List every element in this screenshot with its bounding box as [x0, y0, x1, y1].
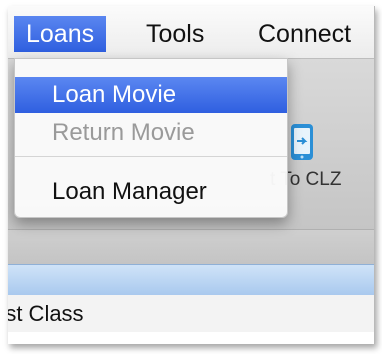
menu-item-loan-manager[interactable]: Loan Manager: [15, 174, 287, 210]
list-item-title: rst Class: [8, 301, 84, 326]
menu-connect[interactable]: Connect: [246, 16, 363, 52]
list-header-band: [8, 264, 374, 296]
list-item[interactable]: rst Class: [8, 295, 374, 334]
menu-tools[interactable]: Tools: [134, 16, 216, 52]
sync-phone-icon: [291, 124, 313, 160]
menu-item-return-movie: Return Movie: [52, 119, 195, 146]
torn-edge: [8, 332, 374, 344]
menu-item-loan-movie[interactable]: Loan Movie: [15, 77, 287, 113]
toolbar-divider: [8, 229, 374, 264]
loans-dropdown-menu: Loan Movie Return Movie Loan Manager: [14, 58, 288, 218]
app-window: Loans Tools Connect t To CLZ rst Class L…: [8, 6, 375, 344]
menu-separator: [15, 156, 287, 157]
menu-bar: Loans Tools Connect: [8, 6, 374, 59]
menu-loans[interactable]: Loans: [14, 16, 107, 52]
